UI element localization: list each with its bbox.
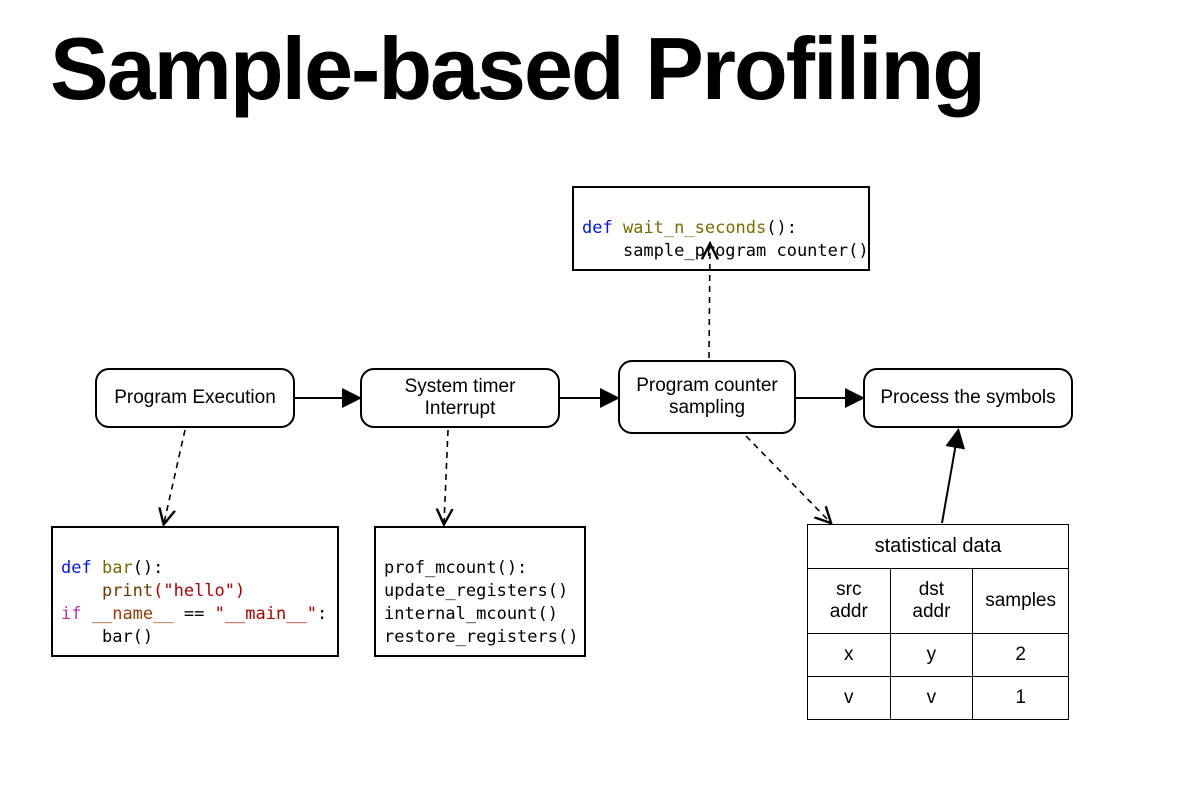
col-header: samples: [973, 569, 1069, 634]
builtin-print: print: [102, 581, 153, 601]
fn-name: bar: [102, 558, 133, 578]
bar-call: bar(): [102, 627, 153, 647]
col-header: src addr: [808, 569, 891, 634]
dunder-name: __name__: [92, 604, 174, 624]
indent: [582, 241, 623, 261]
code-prof-mcount: prof_mcount(): update_registers() intern…: [374, 526, 586, 657]
node-label: Program Execution: [114, 387, 276, 409]
table-row: x y 2: [808, 634, 1069, 677]
code-line: restore_registers(): [384, 627, 578, 647]
table-row: v v 1: [808, 677, 1069, 720]
fn-name: wait_n_seconds: [623, 218, 766, 238]
cell: y: [890, 634, 973, 677]
code-line: prof_mcount():: [384, 558, 527, 578]
node-system-timer: System timer Interrupt: [360, 368, 560, 428]
cell: x: [808, 634, 891, 677]
code-line: sample_program counter(): [623, 241, 869, 261]
indent: [61, 581, 102, 601]
arrow-table-to-process: [942, 432, 958, 523]
arrow-sampling-to-table: [746, 436, 830, 522]
code-line: update_registers(): [384, 581, 568, 601]
cell: 1: [973, 677, 1069, 720]
cell: v: [808, 677, 891, 720]
node-label: System timer Interrupt: [370, 376, 550, 420]
arrow-exec-to-code: [164, 430, 185, 523]
table-title: statistical data: [808, 525, 1069, 569]
table-statistical-data: statistical data src addr dst addr sampl…: [807, 524, 1069, 720]
node-label: Program counter sampling: [636, 375, 778, 419]
code-bar: def bar(): print("hello") if __name__ ==…: [51, 526, 339, 657]
cell: 2: [973, 634, 1069, 677]
slide-title: Sample-based Profiling: [50, 18, 984, 120]
arrow-timer-to-code: [444, 430, 448, 523]
kw-def: def: [582, 218, 613, 238]
eq: ==: [174, 604, 215, 624]
node-pc-sampling: Program counter sampling: [618, 360, 796, 434]
kw-def: def: [61, 558, 92, 578]
indent: [61, 627, 102, 647]
col-header: dst addr: [890, 569, 973, 634]
str-main: "__main__": [215, 604, 317, 624]
node-process-symbols: Process the symbols: [863, 368, 1073, 428]
code-line: internal_mcount(): [384, 604, 558, 624]
cell: v: [890, 677, 973, 720]
node-label: Process the symbols: [880, 387, 1055, 409]
colon: :: [317, 604, 327, 624]
str-arg: ("hello"): [153, 581, 245, 601]
kw-if: if: [61, 604, 81, 624]
code-wait-n-seconds: def wait_n_seconds(): sample_program cou…: [572, 186, 870, 271]
node-program-execution: Program Execution: [95, 368, 295, 428]
